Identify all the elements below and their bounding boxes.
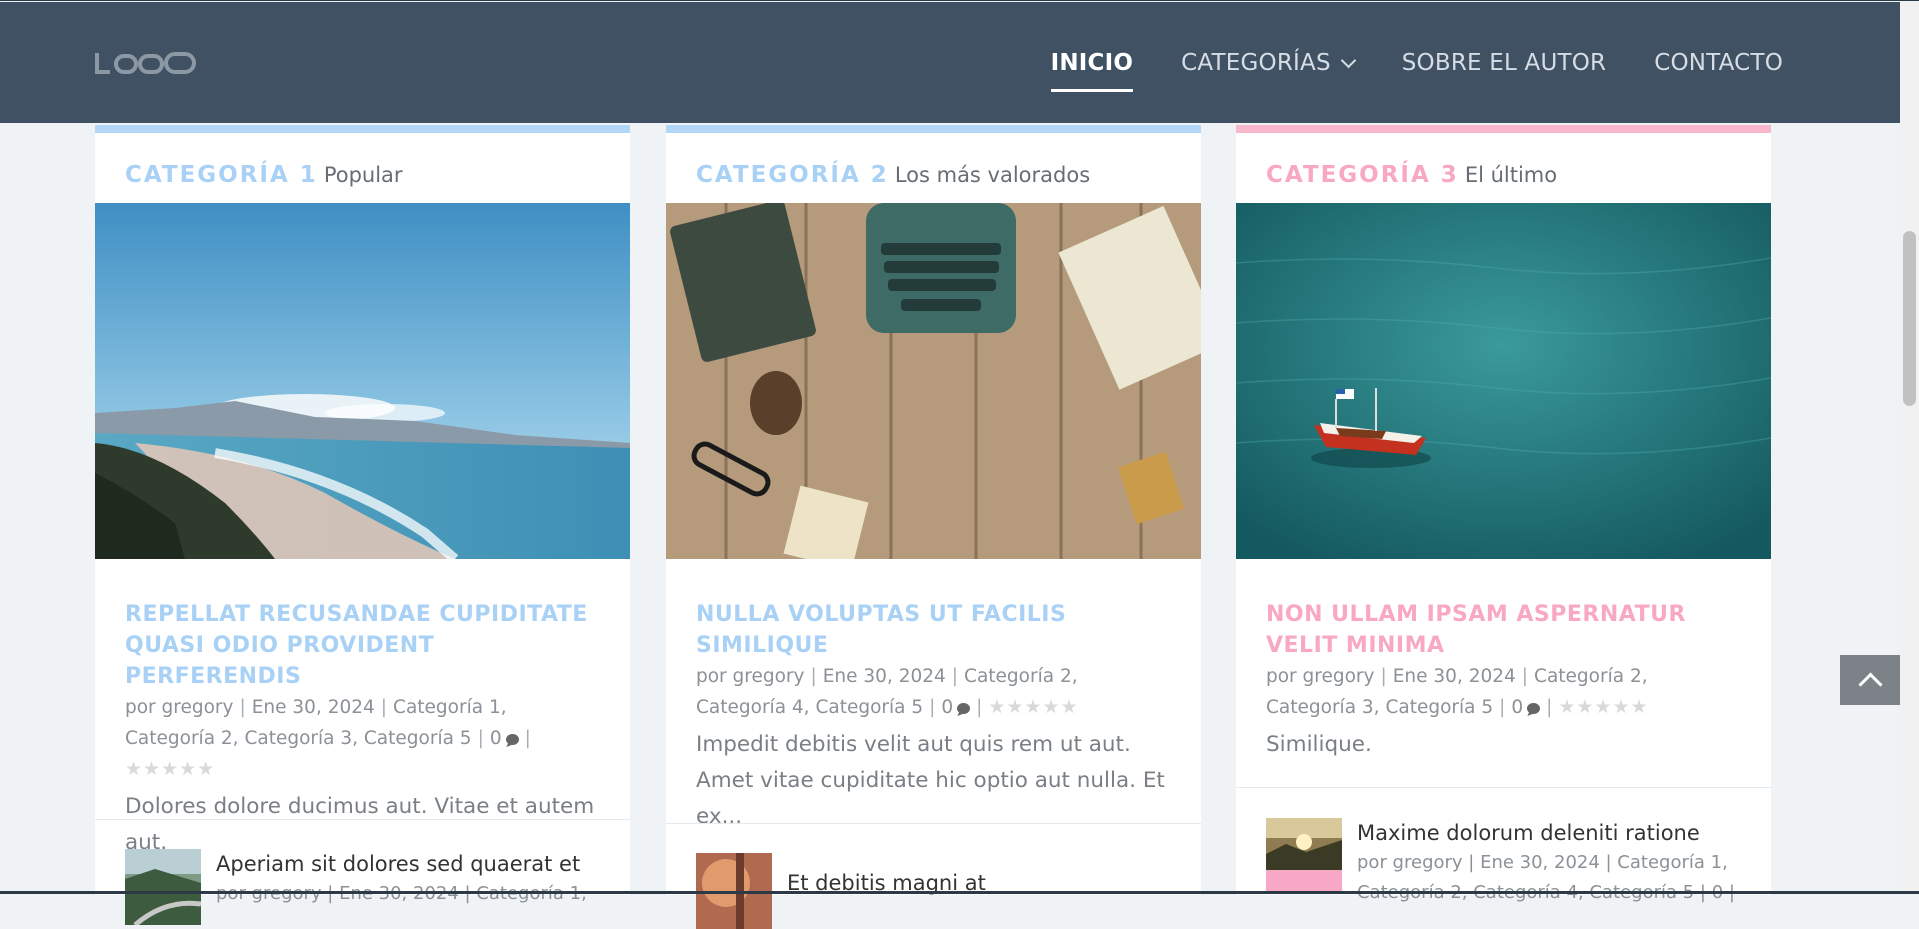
comment-icon [957,703,971,714]
scrollbar-track[interactable] [1900,1,1919,895]
divider [1236,787,1771,788]
divider [95,819,630,820]
nav-contacto-label: CONTACTO [1654,50,1783,76]
post-image-typewriter[interactable] [666,203,1201,559]
post-entry: NULLA VOLUPTAS UT FACILIS SIMILIQUE por … [696,599,1171,835]
rating-stars: ★★★★★ [125,758,216,780]
card-heading: CATEGORÍA 2 Los más valorados [666,133,1201,203]
site-header: INICIO CATEGORÍAS SOBRE EL AUTOR CONTACT… [0,2,1900,123]
post-date: Ene 30, 2024 [251,697,375,718]
category-name[interactable]: CATEGORÍA 1 [125,162,318,188]
post-excerpt: Impedit debitis velit aut quis rem ut au… [696,732,1165,829]
post-title[interactable]: NON ULLAM IPSAM ASPERNATUR VELIT MINIMA [1266,599,1741,661]
category-card-3: CATEGORÍA 3 El último NON ULLAM IPSAM AS… [1236,125,1771,903]
mini-post: Aperiam sit dolores sed quaerat et por g… [125,849,610,925]
category-name[interactable]: CATEGORÍA 3 [1266,162,1459,188]
comment-count[interactable]: 0 [1511,697,1523,718]
category-name[interactable]: CATEGORÍA 2 [696,162,889,188]
nav-sobre-label: SOBRE EL AUTOR [1401,50,1607,76]
card-heading: CATEGORÍA 3 El último [1236,133,1771,203]
rating-stars: ★★★★★ [988,696,1079,718]
post-meta: por gregory | Ene 30, 2024 | Categoría 1, Ca… [125,697,531,780]
category-subtitle: Popular [323,163,403,187]
post-title[interactable]: NULLA VOLUPTAS UT FACILIS SIMILIQUE [696,599,1171,661]
comment-icon [1527,703,1541,714]
mini-post-thumbnail[interactable] [1266,818,1342,894]
post-date: Ene 30, 2024 [1392,666,1516,687]
main-nav: INICIO CATEGORÍAS SOBRE EL AUTOR CONTACT… [1050,46,1783,92]
post-meta: por gregory | Ene 30, 2024 | Categoría 2, Ca… [696,666,1079,718]
category-card-2: CATEGORÍA 2 Los más valorados NULLA VOLUP… [666,125,1201,929]
comment-count[interactable]: 0 [490,728,502,749]
post-entry: NON ULLAM IPSAM ASPERNATUR VELIT MINIMA … [1266,599,1741,763]
nav-categorias-label: CATEGORÍAS [1181,50,1331,76]
site-logo[interactable] [94,50,198,76]
category-card-1: CATEGORÍA 1Popular REPELLAT RECUSANDAE [95,125,630,925]
comment-count[interactable]: 0 [941,697,953,718]
post-image-beach[interactable] [95,203,630,559]
post-author[interactable]: por gregory [125,697,234,718]
mini-post-thumbnail[interactable] [125,849,201,925]
nav-inicio-label: INICIO [1050,50,1134,76]
scrollbar-thumb[interactable] [1903,231,1916,406]
post-entry: REPELLAT RECUSANDAE CUPIDITATE QUASI ODI… [125,599,600,861]
nav-inicio[interactable]: INICIO [1050,46,1134,92]
category-subtitle: Los más valorados [894,163,1091,187]
back-to-top-button[interactable] [1840,655,1900,705]
nav-sobre-el-autor[interactable]: SOBRE EL AUTOR [1402,46,1606,80]
mini-post-meta: por gregory | Ene 30, 2024 | Categoría 1… [1357,852,1728,873]
comment-icon [505,734,519,745]
post-author[interactable]: por gregory [696,666,805,687]
nav-categorias[interactable]: CATEGORÍAS [1181,46,1357,80]
card-heading: CATEGORÍA 1 Popular [95,133,630,203]
chevron-up-icon [1857,671,1883,697]
post-author[interactable]: por gregory [1266,666,1375,687]
mini-post-title[interactable]: Aperiam sit dolores sed quaerat et [216,849,587,879]
logo-mark [95,52,196,74]
mini-post: Maxime dolorum deleniti ratione por greg… [1266,818,1751,908]
post-date: Ene 30, 2024 [822,666,946,687]
post-excerpt: Similique. [1266,732,1372,757]
mini-post-title[interactable]: Maxime dolorum deleniti ratione [1357,818,1735,848]
post-meta: por gregory | Ene 30, 2024 | Categoría 2, Ca… [1266,666,1649,718]
divider [666,823,1201,824]
mini-post-meta: por gregory | Ene 30, 2024 | Categoría 1… [216,879,587,909]
nav-contacto[interactable]: CONTACTO [1654,46,1783,80]
post-title[interactable]: REPELLAT RECUSANDAE CUPIDITATE QUASI ODI… [125,599,600,692]
category-subtitle: El último [1464,163,1558,187]
post-image-boat[interactable] [1236,203,1771,559]
rating-stars: ★★★★★ [1558,696,1649,718]
chevron-down-icon [1340,52,1357,68]
